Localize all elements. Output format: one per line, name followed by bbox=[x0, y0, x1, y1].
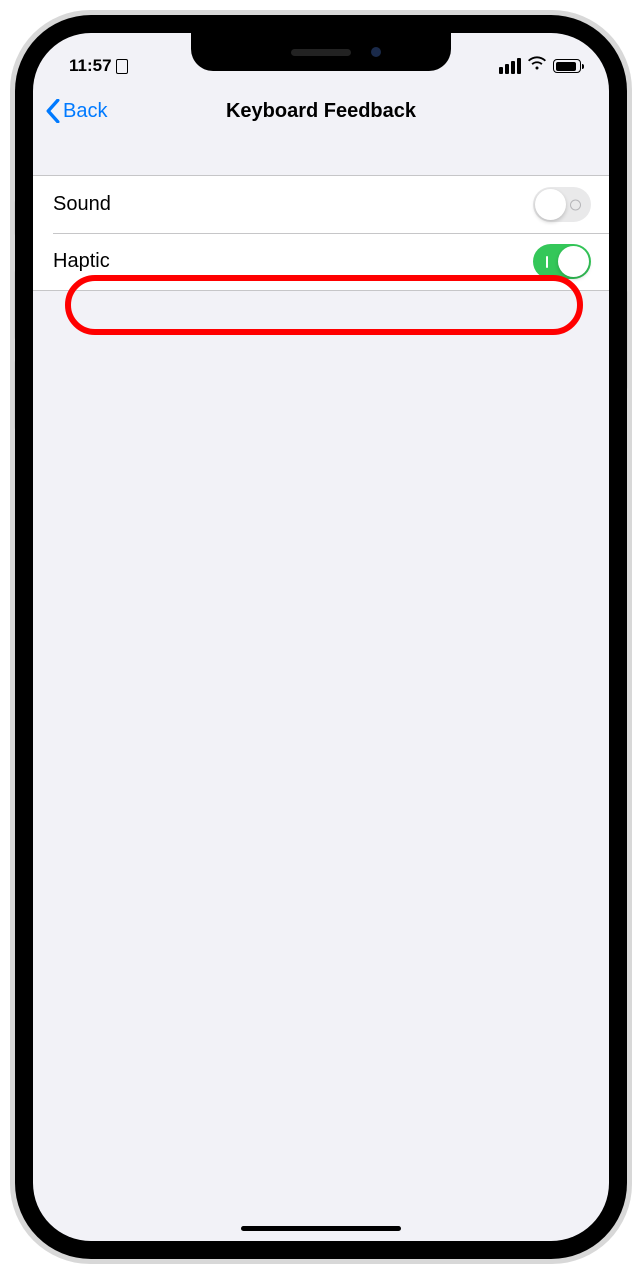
chevron-left-icon bbox=[45, 99, 61, 123]
page-title: Keyboard Feedback bbox=[45, 100, 597, 123]
back-button[interactable]: Back bbox=[45, 99, 107, 123]
home-indicator[interactable] bbox=[241, 1226, 401, 1231]
row-label: Haptic bbox=[53, 250, 110, 273]
sim-card-icon bbox=[116, 59, 128, 74]
settings-group: Sound Haptic bbox=[33, 175, 609, 291]
row-label: Sound bbox=[53, 193, 111, 216]
notch bbox=[191, 33, 451, 71]
screen: 11:57 Back bbox=[33, 33, 609, 1241]
settings-content: Sound Haptic bbox=[33, 137, 609, 291]
sound-toggle[interactable] bbox=[533, 187, 591, 222]
settings-row-sound[interactable]: Sound bbox=[33, 176, 609, 233]
phone-device-frame: 11:57 Back bbox=[10, 10, 632, 1264]
front-camera bbox=[371, 47, 381, 57]
toggle-knob bbox=[535, 189, 566, 220]
status-left: 11:57 bbox=[69, 56, 128, 76]
toggle-knob bbox=[558, 246, 589, 277]
haptic-toggle[interactable] bbox=[533, 244, 591, 279]
back-label: Back bbox=[63, 100, 107, 123]
cellular-signal-icon bbox=[499, 58, 521, 74]
battery-icon bbox=[553, 59, 581, 73]
phone-bezel: 11:57 Back bbox=[15, 15, 627, 1259]
status-right bbox=[499, 56, 581, 76]
navigation-bar: Back Keyboard Feedback bbox=[33, 85, 609, 137]
settings-row-haptic[interactable]: Haptic bbox=[33, 233, 609, 290]
speaker-grille bbox=[291, 49, 351, 56]
status-time: 11:57 bbox=[69, 56, 112, 76]
wifi-icon bbox=[527, 56, 547, 76]
